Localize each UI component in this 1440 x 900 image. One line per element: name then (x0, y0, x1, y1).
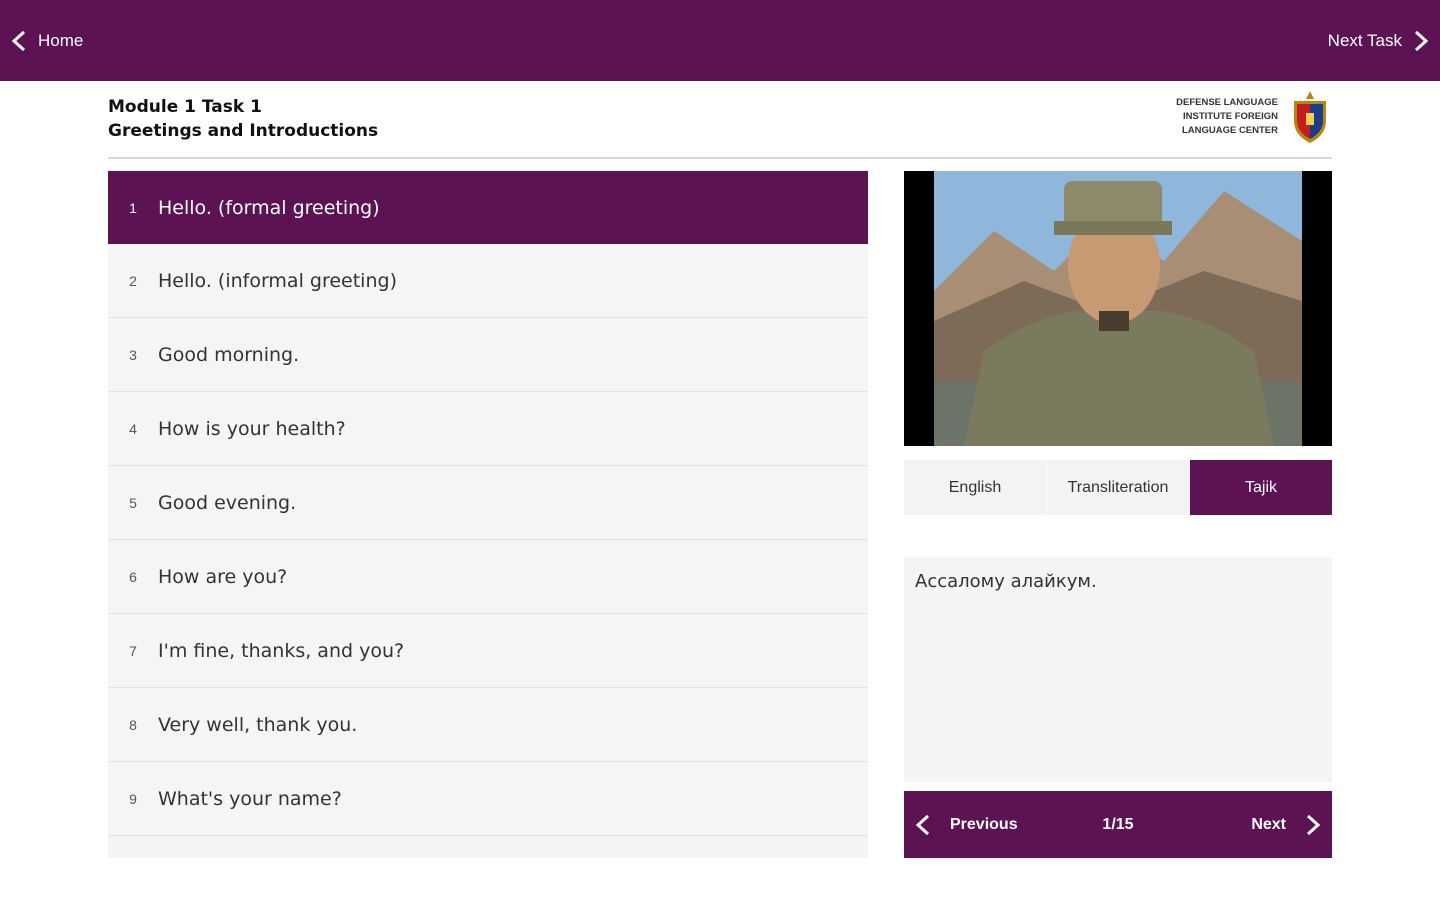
phrase-row[interactable]: 3 Good morning. (108, 318, 868, 392)
phrase-number: 1 (129, 199, 137, 216)
next-task-label: Next Task (1327, 30, 1402, 50)
video-player[interactable] (904, 171, 1332, 446)
dli-logo: DEFENSE LANGUAGE INSTITUTE FOREIGN LANGU… (1176, 89, 1332, 145)
previous-label: Previous (950, 815, 1018, 833)
translation-text: Ассалому алайкум. (915, 571, 1097, 592)
tab-tajik[interactable]: Tajik (1190, 460, 1332, 515)
phrase-text: Hello. (formal greeting) (158, 196, 380, 219)
chevron-right-icon (1306, 814, 1321, 835)
next-task-button[interactable]: Next Task (1328, 0, 1430, 81)
next-label: Next (1251, 815, 1286, 833)
phrase-number: 3 (129, 346, 137, 363)
phrase-row[interactable]: 6 How are you? (108, 540, 868, 614)
phrase-number: 4 (129, 420, 137, 437)
tab-transliteration[interactable]: Transliteration (1047, 460, 1190, 515)
logo-text: DEFENSE LANGUAGE INSTITUTE FOREIGN LANGU… (1176, 97, 1278, 136)
phrase-number: 5 (129, 494, 137, 511)
phrase-row[interactable]: 4 How is your health? (108, 392, 868, 466)
phrase-pager: Previous 1/15 Next (904, 791, 1332, 858)
phrase-text: How is your health? (158, 417, 346, 440)
tab-english[interactable]: English (904, 460, 1047, 515)
task-title-block: Module 1 Task 1 Greetings and Introducti… (108, 95, 378, 143)
phrase-text: Very well, thank you. (158, 713, 358, 736)
phrase-number: 7 (129, 642, 137, 659)
phrase-text: Good morning. (158, 343, 300, 366)
language-tabs: English Transliteration Tajik (904, 460, 1332, 515)
phrase-row[interactable]: 9 What's your name? (108, 762, 868, 836)
module-subtitle: Greetings and Introductions (108, 121, 379, 141)
phrase-row[interactable]: 1 Hello. (formal greeting) (108, 171, 868, 244)
translation-panel: Ассалому алайкум. (904, 557, 1332, 782)
dli-crest-icon (1294, 91, 1326, 143)
top-app-bar: Home Next Task (0, 0, 1440, 81)
task-header: Module 1 Task 1 Greetings and Introducti… (108, 91, 1332, 159)
module-title: Module 1 Task 1 (108, 97, 262, 117)
home-label: Home (38, 30, 84, 50)
previous-button[interactable]: Previous (914, 813, 1018, 837)
phrase-row[interactable]: 7 I'm fine, thanks, and you? (108, 614, 868, 688)
phrase-number: 2 (129, 272, 137, 289)
phrase-number: 8 (129, 716, 137, 733)
next-button[interactable]: Next (1251, 813, 1322, 837)
home-button[interactable]: Home (10, 0, 83, 81)
phrase-list: 1 Hello. (formal greeting) 2 Hello. (inf… (108, 171, 868, 858)
phrase-row[interactable]: 5 Good evening. (108, 466, 868, 540)
phrase-text: How are you? (158, 565, 288, 588)
soldier-video-frame-icon (904, 171, 1332, 446)
phrase-row[interactable]: 8 Very well, thank you. (108, 688, 868, 762)
chevron-left-icon (11, 30, 26, 51)
phrase-text: What's your name? (158, 787, 342, 810)
chevron-right-icon (1414, 30, 1429, 51)
phrase-number: 6 (129, 568, 137, 585)
phrase-row[interactable]: 2 Hello. (informal greeting) (108, 244, 868, 318)
phrase-number: 9 (129, 790, 137, 807)
chevron-left-icon (915, 814, 930, 835)
phrase-text: Good evening. (158, 491, 297, 514)
phrase-text: Hello. (informal greeting) (158, 269, 397, 292)
phrase-text: I'm fine, thanks, and you? (158, 639, 405, 662)
